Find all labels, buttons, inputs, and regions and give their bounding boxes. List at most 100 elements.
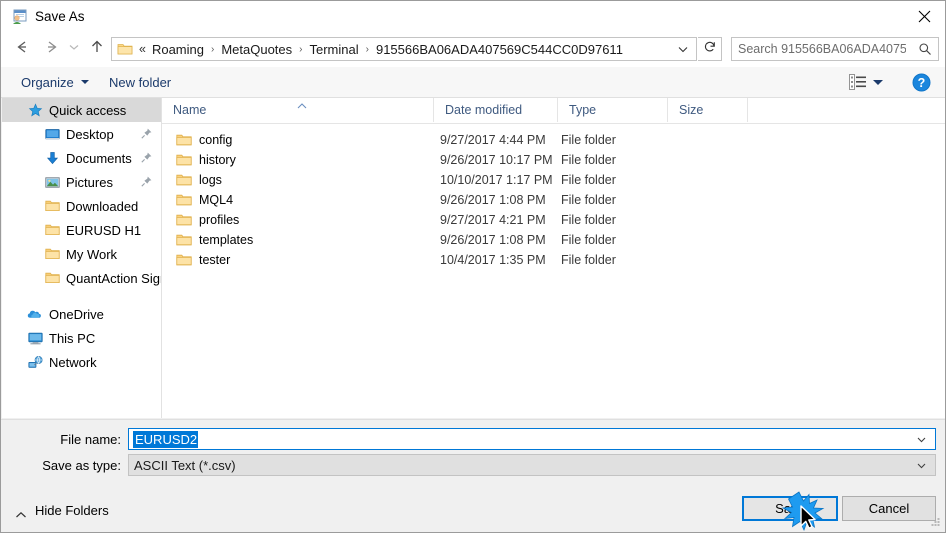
file-name-input[interactable]: EURUSD2 bbox=[128, 428, 936, 450]
forward-button[interactable] bbox=[39, 36, 65, 62]
sidebar-item-label: Network bbox=[49, 354, 97, 370]
table-row[interactable]: templates 9/26/2017 1:08 PM File folder bbox=[162, 230, 945, 250]
refresh-icon bbox=[703, 40, 717, 59]
column-header-label: Size bbox=[679, 103, 704, 117]
star-icon bbox=[27, 102, 43, 118]
sidebar-item-pictures[interactable]: Pictures bbox=[2, 170, 161, 194]
chevron-down-icon[interactable] bbox=[873, 80, 883, 85]
column-header-size[interactable]: Size bbox=[668, 98, 748, 122]
file-type-cell: File folder bbox=[561, 173, 616, 187]
sidebar-item-documents[interactable]: Documents bbox=[2, 146, 161, 170]
sidebar-item-label: Downloaded bbox=[66, 198, 139, 214]
file-type-cell: File folder bbox=[561, 193, 616, 207]
sidebar-item-network[interactable]: Network bbox=[2, 350, 161, 374]
folder-icon bbox=[176, 153, 192, 167]
save-as-type-select[interactable]: ASCII Text (*.csv) bbox=[128, 454, 936, 476]
file-name-value[interactable]: EURUSD2 bbox=[133, 430, 199, 448]
cancel-button-label: Cancel bbox=[868, 501, 910, 516]
save-as-type-value: ASCII Text (*.csv) bbox=[134, 457, 236, 473]
column-header-name[interactable]: Name bbox=[162, 98, 434, 122]
table-row[interactable]: MQL4 9/26/2017 1:08 PM File folder bbox=[162, 190, 945, 210]
up-button[interactable] bbox=[84, 36, 110, 62]
file-name-label: MQL4 bbox=[199, 193, 234, 207]
table-row[interactable]: tester 10/4/2017 1:35 PM File folder bbox=[162, 250, 945, 270]
table-row[interactable]: config 9/27/2017 4:44 PM File folder bbox=[162, 130, 945, 150]
breadcrumb-crumb-1[interactable]: MetaQuotes bbox=[221, 42, 292, 57]
sidebar-item-desktop[interactable]: Desktop bbox=[2, 122, 161, 146]
sidebar-item-quantaction-signal[interactable]: QuantAction Signal bbox=[2, 266, 161, 290]
pin-icon[interactable] bbox=[140, 175, 153, 188]
documents-icon bbox=[44, 150, 60, 166]
file-type-cell: File folder bbox=[561, 253, 616, 267]
sidebar-item-eurusd-h1[interactable]: EURUSD H1 bbox=[2, 218, 161, 242]
file-name-label: logs bbox=[199, 173, 222, 187]
table-row[interactable]: history 9/26/2017 10:17 PM File folder bbox=[162, 150, 945, 170]
chevron-down-icon[interactable] bbox=[915, 433, 928, 446]
folder-icon bbox=[44, 222, 60, 238]
column-header-type[interactable]: Type bbox=[558, 98, 668, 122]
sidebar-item-label: Quick access bbox=[49, 102, 127, 118]
file-name-label: profiles bbox=[199, 213, 240, 227]
table-row[interactable]: profiles 9/27/2017 4:21 PM File folder bbox=[162, 210, 945, 230]
column-header-date-modified[interactable]: Date modified bbox=[434, 98, 558, 122]
file-name-cell: logs bbox=[176, 170, 222, 190]
file-name-label: config bbox=[199, 133, 233, 147]
file-name-label: File name: bbox=[60, 432, 121, 447]
sidebar-item-my-work[interactable]: My Work bbox=[2, 242, 161, 266]
search-icon[interactable] bbox=[918, 42, 932, 56]
file-name-label: tester bbox=[199, 253, 231, 267]
file-name-label: history bbox=[199, 153, 236, 167]
view-layout-icon[interactable] bbox=[849, 74, 867, 90]
organize-label: Organize bbox=[21, 74, 74, 90]
sidebar-item-label: QuantAction Signal bbox=[66, 270, 161, 286]
breadcrumb[interactable]: « Roaming › MetaQuotes › Terminal › 9155… bbox=[111, 37, 697, 61]
column-header-row: Name Date modified Type Size bbox=[162, 98, 945, 124]
sidebar-item-onedrive[interactable]: OneDrive bbox=[2, 302, 161, 326]
refresh-button[interactable] bbox=[698, 37, 722, 61]
back-button[interactable] bbox=[9, 36, 35, 62]
close-button[interactable] bbox=[901, 1, 945, 32]
save-button-label: Save bbox=[775, 501, 805, 516]
organize-button[interactable]: Organize bbox=[13, 67, 97, 97]
chevron-down-icon[interactable] bbox=[676, 42, 690, 56]
breadcrumb-overflow[interactable]: « bbox=[139, 42, 146, 56]
navigation-bar: « Roaming › MetaQuotes › Terminal › 9155… bbox=[1, 32, 945, 67]
window-title: Save As bbox=[35, 9, 85, 24]
folder-icon bbox=[176, 253, 192, 267]
resize-grip-icon[interactable] bbox=[929, 516, 942, 529]
file-date-cell: 10/4/2017 1:35 PM bbox=[440, 253, 546, 267]
folder-icon bbox=[176, 133, 192, 147]
pin-icon[interactable] bbox=[140, 127, 153, 140]
breadcrumb-separator: › bbox=[299, 43, 303, 55]
breadcrumb-crumb-0[interactable]: Roaming bbox=[152, 42, 204, 57]
file-name-cell: templates bbox=[176, 230, 253, 250]
breadcrumb-crumb-3[interactable]: 915566BA06ADA407569C544CC0D97611 bbox=[376, 42, 623, 57]
column-header-label: Date modified bbox=[445, 103, 523, 117]
chevron-down-icon[interactable] bbox=[915, 459, 928, 472]
recent-locations-button[interactable] bbox=[65, 36, 83, 62]
new-folder-button[interactable]: New folder bbox=[101, 67, 179, 97]
this-pc-icon bbox=[27, 330, 43, 346]
file-date-cell: 9/26/2017 1:08 PM bbox=[440, 233, 546, 247]
file-type-cell: File folder bbox=[561, 133, 616, 147]
sidebar-item-label: This PC bbox=[49, 330, 96, 346]
file-name-cell: config bbox=[176, 130, 232, 150]
search-input[interactable] bbox=[738, 42, 906, 56]
sort-ascending-icon bbox=[295, 99, 309, 109]
sidebar-item-label: Desktop bbox=[66, 126, 114, 142]
breadcrumb-crumb-2[interactable]: Terminal bbox=[310, 42, 359, 57]
file-type-cell: File folder bbox=[561, 153, 616, 167]
pin-icon[interactable] bbox=[140, 151, 153, 164]
hide-folders-button[interactable]: Hide Folders bbox=[15, 503, 109, 518]
sidebar-item-this-pc[interactable]: This PC bbox=[2, 326, 161, 350]
sidebar-item-downloaded[interactable]: Downloaded bbox=[2, 194, 161, 218]
sidebar-item-quick-access[interactable]: Quick access bbox=[2, 98, 161, 122]
cancel-button[interactable]: Cancel bbox=[842, 496, 936, 521]
help-icon[interactable]: ? bbox=[912, 73, 931, 92]
hide-folders-label: Hide Folders bbox=[35, 503, 109, 518]
folder-icon bbox=[176, 233, 192, 247]
save-button[interactable]: Save bbox=[742, 496, 838, 521]
search-box[interactable] bbox=[731, 37, 939, 61]
table-row[interactable]: logs 10/10/2017 1:17 PM File folder bbox=[162, 170, 945, 190]
